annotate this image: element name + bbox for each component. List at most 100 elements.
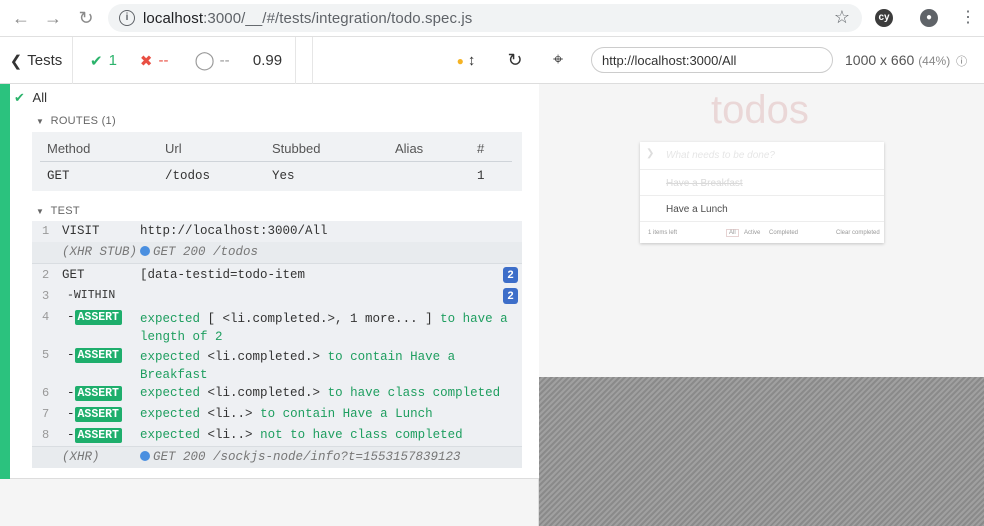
back-icon[interactable]: ←	[11, 8, 31, 28]
viewport-background	[539, 377, 984, 526]
aut-url-field[interactable]: http://localhost:3000/All	[591, 47, 833, 73]
x-icon: ✖	[139, 52, 153, 70]
viewport-size: 1000 x 660 (44%) ⓘ	[845, 52, 967, 69]
reporter-panel: ❮ Tests ✔ 1 ✖ -- ◯ -- 0.99 ● ↕ ↻ ✔ All ▼…	[0, 37, 539, 526]
routes-col-stubbed: Stubbed	[272, 141, 321, 156]
command-number: 5	[42, 348, 50, 362]
todo-item[interactable]: Have a Breakfast	[640, 170, 884, 196]
command-row[interactable]: 2 GET [data-testid=todo-item 2	[32, 265, 522, 286]
browser-toolbar: ← → ↻ i localhost:3000/__/#/tests/integr…	[0, 0, 984, 37]
scroll-arrows-icon: ↕	[467, 52, 476, 69]
command-message: expected	[140, 312, 201, 326]
star-icon[interactable]: ☆	[834, 7, 850, 28]
duration: 0.99	[240, 37, 296, 84]
command-number: 8	[42, 428, 50, 442]
command-message: expected	[140, 386, 201, 400]
viewport-zoom: (44%)	[918, 54, 951, 68]
filter-all[interactable]: All	[726, 229, 739, 237]
address-bar[interactable]: i localhost:3000/__/#/tests/integration/…	[108, 4, 862, 32]
auto-scroll-toggle[interactable]: ● ↕	[446, 37, 486, 84]
forward-icon[interactable]: →	[43, 8, 63, 28]
element-count-badge: 2	[503, 267, 518, 283]
command-number: 6	[42, 386, 50, 400]
assert-badge: ASSERT	[74, 348, 122, 363]
new-todo-placeholder: What needs to be done?	[666, 150, 775, 161]
command-row[interactable]: 7 - ASSERT expected <li..> to contain Hav…	[32, 404, 522, 425]
todo-item-label: Have a Breakfast	[666, 178, 743, 189]
assert-subject: <li.completed.>	[207, 350, 321, 364]
pending-count: --	[219, 52, 230, 69]
runnable-list: ✔ All ▼ ROUTES (1) Method Url Stubbed Al…	[0, 84, 539, 479]
command-name: (XHR STUB)	[62, 245, 138, 259]
xhr-dot-icon	[140, 246, 150, 256]
chevron-left-icon: ❮	[9, 52, 23, 70]
address-url[interactable]: localhost:3000/__/#/tests/integration/to…	[143, 10, 472, 27]
command-name: (XHR)	[62, 450, 100, 464]
passed-count: 1	[108, 52, 117, 69]
assert-subject: <li..>	[207, 428, 253, 442]
reporter-header: ❮ Tests ✔ 1 ✖ -- ◯ -- 0.99 ● ↕ ↻	[0, 37, 539, 84]
command-number: 4	[42, 310, 50, 324]
route-method: GET	[47, 169, 70, 183]
routes-table: Method Url Stubbed Alias # GET /todos Ye…	[32, 132, 522, 191]
command-row[interactable]: (XHR STUB) GET 200 /todos	[32, 242, 522, 263]
tests-button[interactable]: ❮ Tests	[0, 37, 73, 84]
caret-down-icon: ▼	[36, 117, 45, 126]
command-row[interactable]: 3 -WITHIN 2	[32, 286, 522, 307]
rerun-icon[interactable]: ↻	[497, 37, 533, 84]
assert-subject: <li..>	[207, 407, 253, 421]
command-number: 1	[42, 224, 50, 238]
command-row[interactable]: 4 - ASSERT expected [ <li.completed.>, 1 …	[32, 307, 522, 345]
viewport-dimensions: 1000 x 660	[845, 52, 915, 68]
assert-subject: <li.completed.>	[207, 386, 321, 400]
test-header[interactable]: ▼ TEST	[36, 205, 80, 217]
command-number: 7	[42, 407, 50, 421]
routes-title: ROUTES (1)	[50, 115, 116, 127]
command-row[interactable]: 8 - ASSERT expected <li..> not to have cl…	[32, 425, 522, 446]
element-count-badge: 2	[503, 288, 518, 304]
routes-header[interactable]: ▼ ROUTES (1)	[36, 115, 116, 127]
reload-icon[interactable]: ↻	[76, 8, 96, 28]
filter-active[interactable]: Active	[744, 230, 760, 236]
assert-predicate: to contain	[260, 407, 336, 421]
command-row[interactable]: 1 VISIT http://localhost:3000/All	[32, 221, 522, 242]
route-url: /todos	[165, 169, 211, 183]
info-icon[interactable]: i	[119, 10, 135, 26]
menu-icon[interactable]: ⋮	[960, 8, 976, 28]
command-name: -WITHIN	[67, 289, 116, 302]
clear-completed[interactable]: Clear completed	[836, 230, 880, 236]
route-count: 1	[477, 169, 485, 183]
info-icon[interactable]: ⓘ	[956, 56, 967, 68]
todo-title: todos	[711, 88, 809, 132]
todo-item[interactable]: Have a Lunch	[640, 196, 884, 222]
command-log: 1 VISIT http://localhost:3000/All (XHR S…	[32, 221, 522, 468]
command-row[interactable]: 5 - ASSERT expected <li.completed.> to co…	[32, 345, 522, 383]
items-left: 1 items left	[648, 230, 678, 236]
tests-label: Tests	[27, 52, 63, 69]
extension-icon[interactable]: cy	[875, 9, 893, 27]
suite-all[interactable]: ✔ All	[14, 90, 47, 106]
command-number: 2	[42, 268, 50, 282]
todo-app: ❯ What needs to be done? Have a Breakfas…	[640, 142, 884, 243]
divider	[32, 263, 522, 264]
command-message: expected	[140, 407, 201, 421]
command-message: GET 200 /sockjs-node/info?t=155315783912…	[153, 450, 461, 464]
assert-subject: [ <li.completed.>, 1 more... ]	[207, 312, 433, 326]
assert-badge: ASSERT	[74, 428, 122, 443]
routes-col-method: Method	[47, 141, 91, 156]
new-todo-input[interactable]: ❯ What needs to be done?	[640, 142, 884, 170]
status-bar	[0, 84, 10, 479]
todo-footer: 1 items left All Active Completed Clear …	[640, 223, 884, 243]
filter-completed[interactable]: Completed	[769, 230, 798, 236]
selector-playground-icon[interactable]: ⌖	[553, 49, 563, 70]
profile-icon[interactable]: ●	[920, 9, 938, 27]
aut-header: ⌖ http://localhost:3000/All 1000 x 660 (…	[539, 37, 984, 84]
assert-value: 2	[215, 330, 223, 344]
status-dot-icon: ●	[456, 53, 464, 68]
command-row[interactable]: (XHR) GET 200 /sockjs-node/info?t=155315…	[32, 447, 522, 468]
command-row[interactable]: 6 - ASSERT expected <li.completed.> to ha…	[32, 383, 522, 404]
pending-icon: ◯	[194, 50, 215, 70]
assert-badge: ASSERT	[74, 310, 122, 325]
failed-count: --	[158, 52, 169, 69]
toggle-all-icon[interactable]: ❯	[646, 148, 654, 159]
